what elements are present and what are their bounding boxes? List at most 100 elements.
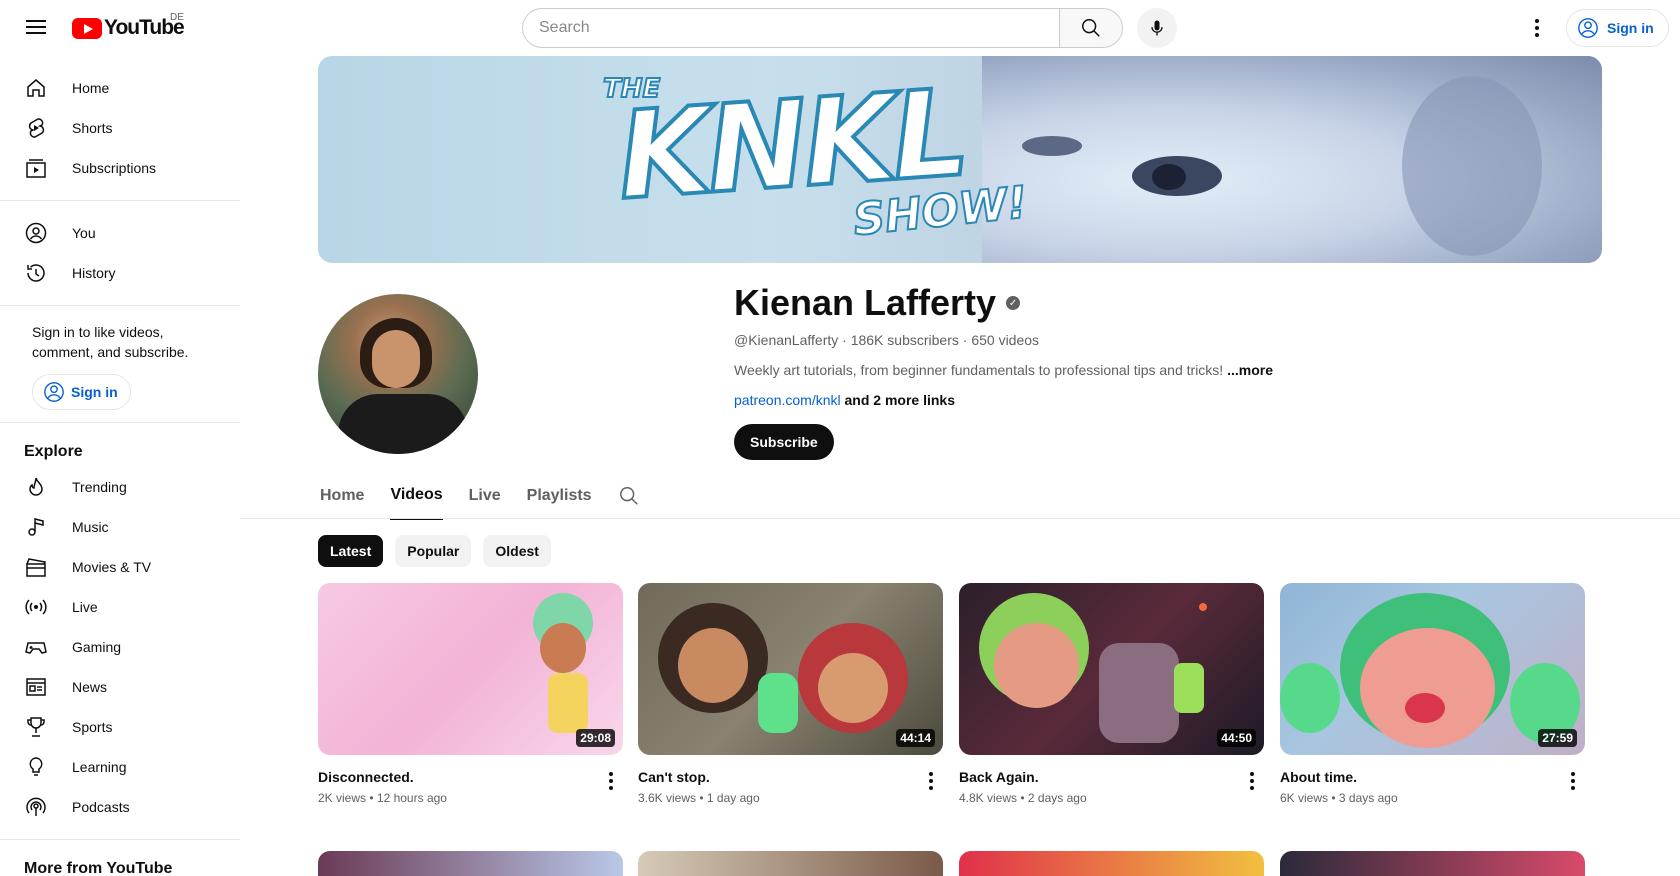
subscribe-button[interactable]: Subscribe bbox=[734, 424, 834, 460]
sign-in-button[interactable]: Sign in bbox=[1566, 9, 1669, 47]
video-thumbnail[interactable] bbox=[1280, 851, 1585, 876]
video-options-icon[interactable] bbox=[599, 769, 623, 793]
search-icon bbox=[619, 487, 638, 505]
movies-icon bbox=[24, 555, 48, 579]
subscriptions-icon bbox=[24, 156, 48, 180]
video-options-icon[interactable] bbox=[919, 769, 943, 793]
channel-handle: @KienanLafferty bbox=[734, 332, 839, 348]
video-card[interactable]: 29:08 Disconnected. 2K views • 12 hours … bbox=[318, 583, 623, 805]
video-title[interactable]: About time. bbox=[1280, 767, 1585, 787]
divider bbox=[0, 839, 240, 840]
home-icon bbox=[24, 76, 48, 100]
sidebar-item-label: Podcasts bbox=[72, 799, 130, 815]
tab-videos[interactable]: Videos bbox=[390, 472, 443, 520]
tab-playlists[interactable]: Playlists bbox=[527, 472, 592, 520]
chip-popular[interactable]: Popular bbox=[395, 535, 472, 567]
video-card[interactable]: 44:50 Back Again. 4.8K views • 2 days ag… bbox=[959, 583, 1264, 805]
more-links[interactable]: and 2 more links bbox=[845, 392, 955, 408]
search-input[interactable] bbox=[522, 8, 1059, 48]
learning-icon bbox=[24, 755, 48, 779]
sidebar-item-podcasts[interactable]: Podcasts bbox=[0, 787, 240, 827]
sidebar-item-sports[interactable]: Sports bbox=[0, 707, 240, 747]
sidebar-item-label: You bbox=[72, 225, 96, 241]
video-duration: 44:50 bbox=[1217, 729, 1256, 747]
video-options-icon[interactable] bbox=[1240, 769, 1264, 793]
sidebar-item-live[interactable]: Live bbox=[0, 587, 240, 627]
news-icon bbox=[24, 675, 48, 699]
divider bbox=[0, 305, 240, 306]
sidebar-item-music[interactable]: Music bbox=[0, 507, 240, 547]
sign-in-label: Sign in bbox=[1607, 20, 1654, 36]
video-title[interactable]: Can't stop. bbox=[638, 767, 943, 787]
menu-icon[interactable] bbox=[20, 16, 52, 40]
sidebar-item-label: Subscriptions bbox=[72, 160, 157, 176]
sidebar-item-subscriptions[interactable]: Subscriptions bbox=[0, 148, 240, 188]
sign-in-label: Sign in bbox=[71, 384, 118, 400]
patreon-link[interactable]: patreon.com/knkl bbox=[734, 392, 841, 408]
video-thumbnail[interactable] bbox=[638, 851, 943, 876]
sort-chips: Latest Popular Oldest bbox=[318, 535, 551, 567]
trending-icon bbox=[24, 475, 48, 499]
channel-meta: @KienanLafferty · 186K subscribers · 650… bbox=[734, 332, 1040, 348]
video-thumbnail[interactable]: 27:59 bbox=[1280, 583, 1585, 755]
view-count: 6K views bbox=[1280, 791, 1329, 805]
you-icon bbox=[24, 221, 48, 245]
video-meta: 3.6K views • 1 day ago bbox=[638, 791, 760, 805]
sidebar-item-label: Trending bbox=[72, 479, 127, 495]
microphone-icon bbox=[1151, 20, 1163, 36]
tab-home[interactable]: Home bbox=[320, 472, 364, 520]
channel-name-row: Kienan Lafferty ✓ bbox=[734, 282, 1021, 324]
account-icon bbox=[1578, 18, 1598, 38]
sign-in-message: Sign in to like videos, comment, and sub… bbox=[32, 324, 189, 360]
video-title[interactable]: Back Again. bbox=[959, 767, 1264, 787]
sidebar-item-label: Music bbox=[72, 519, 109, 535]
sidebar-item-you[interactable]: You bbox=[0, 213, 240, 253]
settings-kebab-icon[interactable] bbox=[1527, 14, 1547, 42]
gaming-icon bbox=[24, 635, 48, 659]
sidebar-item-gaming[interactable]: Gaming bbox=[0, 627, 240, 667]
upload-age: 1 day ago bbox=[706, 791, 760, 805]
video-options-icon[interactable] bbox=[1561, 769, 1585, 793]
sidebar-item-home[interactable]: Home bbox=[0, 68, 240, 108]
video-thumbnail[interactable]: 44:14 bbox=[638, 583, 943, 755]
sidebar-item-label: Movies & TV bbox=[72, 559, 152, 575]
sidebar-item-trending[interactable]: Trending bbox=[0, 467, 240, 507]
channel-description[interactable]: Weekly art tutorials, from beginner fund… bbox=[734, 362, 1273, 378]
video-title[interactable]: Disconnected. bbox=[318, 767, 623, 787]
channel-search-button[interactable] bbox=[618, 472, 640, 520]
sidebar-item-movies[interactable]: Movies & TV bbox=[0, 547, 240, 587]
sidebar-item-history[interactable]: History bbox=[0, 253, 240, 293]
video-card[interactable]: 44:14 Can't stop. 3.6K views • 1 day ago bbox=[638, 583, 943, 805]
video-card[interactable]: 27:59 About time. 6K views • 3 days ago bbox=[1280, 583, 1585, 805]
video-count: 650 videos bbox=[971, 332, 1040, 348]
view-count: 2K views bbox=[318, 791, 367, 805]
sidebar-item-learning[interactable]: Learning bbox=[0, 747, 240, 787]
history-icon bbox=[24, 261, 48, 285]
chip-oldest[interactable]: Oldest bbox=[483, 535, 551, 567]
sports-icon bbox=[24, 715, 48, 739]
video-thumbnail[interactable] bbox=[959, 851, 1264, 876]
sidebar-item-label: Gaming bbox=[72, 639, 122, 655]
video-thumbnail[interactable] bbox=[318, 851, 623, 876]
video-thumbnail[interactable]: 29:08 bbox=[318, 583, 623, 755]
channel-avatar[interactable] bbox=[318, 294, 478, 454]
tab-live[interactable]: Live bbox=[469, 472, 501, 520]
channel-name: Kienan Lafferty bbox=[734, 282, 997, 323]
more-description-link[interactable]: ...more bbox=[1227, 362, 1273, 378]
subscriber-count: 186K subscribers bbox=[850, 332, 959, 348]
sidebar-item-label: Learning bbox=[72, 759, 127, 775]
sidebar-item-label: Home bbox=[72, 80, 110, 96]
sidebar-sign-in-button[interactable]: Sign in bbox=[32, 374, 131, 410]
banner-artwork bbox=[982, 56, 1602, 263]
video-duration: 44:14 bbox=[896, 729, 935, 747]
sidebar-item-label: History bbox=[72, 265, 116, 281]
youtube-logo[interactable]: YouTube bbox=[72, 16, 185, 40]
view-count: 4.8K views bbox=[959, 791, 1018, 805]
voice-search-button[interactable] bbox=[1137, 8, 1177, 48]
search-button[interactable] bbox=[1059, 8, 1123, 48]
chip-latest[interactable]: Latest bbox=[318, 535, 384, 567]
search-icon bbox=[1082, 19, 1100, 37]
sidebar-item-shorts[interactable]: Shorts bbox=[0, 108, 240, 148]
sidebar-item-news[interactable]: News bbox=[0, 667, 240, 707]
video-thumbnail[interactable]: 44:50 bbox=[959, 583, 1264, 755]
